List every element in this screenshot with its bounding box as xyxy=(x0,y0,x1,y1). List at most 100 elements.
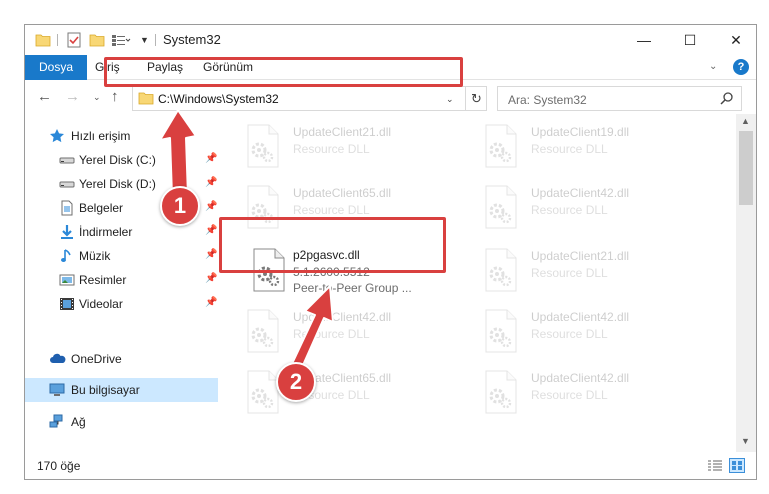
dll-file-icon xyxy=(483,124,519,168)
search-icon[interactable] xyxy=(720,91,734,108)
network-icon xyxy=(49,414,65,430)
file-description: Resource DLL xyxy=(531,203,608,217)
file-description: Resource DLL xyxy=(531,142,608,156)
cloud-icon xyxy=(49,351,66,367)
item-count: 170 öğe xyxy=(37,459,81,473)
sidebar-item-label: Hızlı erişim xyxy=(71,129,131,143)
file-tile[interactable]: UpdateClient21.dll Resource DLL xyxy=(479,242,709,298)
computer-icon xyxy=(49,382,65,398)
file-name: UpdateClient19.dll xyxy=(531,125,630,139)
step-marker-2: 2 xyxy=(276,362,316,402)
file-tile[interactable]: UpdateClient42.dll Resource DLL xyxy=(479,364,709,420)
details-view-icon[interactable] xyxy=(707,460,723,475)
help-icon[interactable]: ? xyxy=(733,59,749,75)
address-bar-highlight xyxy=(104,57,463,87)
file-name: UpdateClient21.dll xyxy=(293,125,392,139)
file-name: UpdateClient42.dll xyxy=(531,371,630,385)
sidebar-item-label: Resimler xyxy=(79,273,127,287)
properties-check-icon[interactable] xyxy=(67,31,81,49)
window-title: System32 xyxy=(163,32,221,47)
folder-icon[interactable] xyxy=(35,31,51,49)
file-name: UpdateClient42.dll xyxy=(531,186,630,200)
file-highlight xyxy=(219,217,446,273)
dll-file-icon xyxy=(483,248,519,292)
pin-icon[interactable]: 📌 xyxy=(205,225,217,236)
sidebar-item-label: Videolar xyxy=(79,297,123,311)
expand-ribbon-icon[interactable]: ⌄ xyxy=(709,61,717,72)
vertical-scrollbar[interactable]: ▲ ▼ xyxy=(736,114,756,452)
sidebar-item-label: Belgeler xyxy=(79,201,124,215)
sidebar-item-label: OneDrive xyxy=(71,352,122,366)
navigation-pane: Hızlı erişim Yerel Disk (C:) 📌 Yerel Dis… xyxy=(25,114,221,452)
minimize-button[interactable]: — xyxy=(621,25,667,55)
sidebar-item-quick-access[interactable]: Hızlı erişim xyxy=(25,124,218,148)
title-bar: ▼ System32 — ☐ ✕ xyxy=(25,25,756,55)
large-icons-view-icon[interactable] xyxy=(729,458,745,473)
close-button[interactable]: ✕ xyxy=(713,25,756,55)
sidebar-item-this-pc[interactable]: Bu bilgisayar xyxy=(25,378,218,402)
sidebar-item-pictures[interactable]: Resimler 📌 xyxy=(25,268,218,292)
sidebar-item-videos[interactable]: Videolar 📌 xyxy=(25,292,218,316)
back-button[interactable]: ← xyxy=(37,88,52,105)
pin-icon[interactable]: 📌 xyxy=(205,273,217,284)
maximize-button[interactable]: ☐ xyxy=(667,25,713,55)
file-description: Resource DLL xyxy=(531,327,608,341)
search-box[interactable]: Ara: System32 xyxy=(497,86,742,111)
address-dropdown-icon[interactable]: ⌄ xyxy=(446,94,454,105)
dll-file-icon xyxy=(483,309,519,353)
pin-icon[interactable]: 📌 xyxy=(205,297,217,308)
file-description: Resource DLL xyxy=(293,142,370,156)
search-input[interactable]: Ara: System32 xyxy=(508,93,587,107)
toolbar-separator xyxy=(57,34,58,46)
address-path[interactable]: C:\Windows\System32 xyxy=(158,92,279,106)
sidebar-item-label: Ağ xyxy=(71,415,86,429)
customize-toolbar-icon[interactable] xyxy=(111,31,131,49)
folder-icon xyxy=(138,91,154,108)
drive-icon xyxy=(59,176,75,192)
file-tile[interactable]: UpdateClient19.dll Resource DLL xyxy=(479,118,709,174)
tab-file[interactable]: Dosya xyxy=(25,55,88,80)
pin-icon[interactable]: 📌 xyxy=(205,177,217,188)
scroll-down-icon[interactable]: ▼ xyxy=(741,436,750,446)
drive-icon xyxy=(59,152,75,168)
file-name: UpdateClient21.dll xyxy=(531,249,630,263)
file-tile[interactable]: UpdateClient65.dll Resource DLL xyxy=(241,364,471,420)
sidebar-item-label: İndirmeler xyxy=(79,225,133,239)
sidebar-item-network[interactable]: Ağ xyxy=(25,410,218,434)
file-description: Peer-to-Peer Group ... xyxy=(293,281,412,295)
dll-file-icon xyxy=(483,370,519,414)
file-description: Resource DLL xyxy=(293,203,370,217)
scroll-up-icon[interactable]: ▲ xyxy=(741,116,750,126)
pin-icon[interactable]: 📌 xyxy=(205,153,217,164)
pin-icon[interactable]: 📌 xyxy=(205,249,217,260)
refresh-button[interactable]: ↻ xyxy=(465,87,487,110)
scroll-thumb[interactable] xyxy=(739,131,753,205)
recent-locations-dropdown[interactable]: ⌄ xyxy=(93,92,101,103)
file-description: Resource DLL xyxy=(293,327,370,341)
sidebar-item-music[interactable]: Müzik 📌 xyxy=(25,244,218,268)
toolbar-separator xyxy=(155,34,156,46)
quick-access-dropdown-icon[interactable]: ▼ xyxy=(140,31,149,49)
file-tile[interactable]: UpdateClient42.dll Resource DLL xyxy=(479,303,709,359)
new-folder-icon[interactable] xyxy=(89,31,105,49)
pin-icon[interactable]: 📌 xyxy=(205,201,217,212)
file-tile[interactable]: UpdateClient42.dll Resource DLL xyxy=(241,303,471,359)
sidebar-item-disk-c[interactable]: Yerel Disk (C:) 📌 xyxy=(25,148,218,172)
status-bar: 170 öğe xyxy=(25,452,756,479)
up-button[interactable]: ↑ xyxy=(111,88,119,105)
star-icon xyxy=(49,128,65,144)
address-bar[interactable]: C:\Windows\System32 ⌄ ↻ xyxy=(132,86,487,111)
dll-file-icon xyxy=(483,185,519,229)
sidebar-item-label: Bu bilgisayar xyxy=(71,383,140,397)
dll-file-icon xyxy=(245,124,281,168)
sidebar-item-onedrive[interactable]: OneDrive xyxy=(25,347,218,371)
file-tile[interactable]: UpdateClient21.dll Resource DLL xyxy=(241,118,471,174)
file-tile[interactable]: UpdateClient42.dll Resource DLL xyxy=(479,179,709,235)
download-icon xyxy=(59,224,75,240)
file-name: UpdateClient65.dll xyxy=(293,186,392,200)
step-marker-1: 1 xyxy=(160,186,200,226)
forward-button[interactable]: → xyxy=(65,88,80,105)
sidebar-item-label: Yerel Disk (C:) xyxy=(79,153,156,167)
sidebar-item-label: Müzik xyxy=(79,249,111,263)
pictures-icon xyxy=(59,272,75,288)
